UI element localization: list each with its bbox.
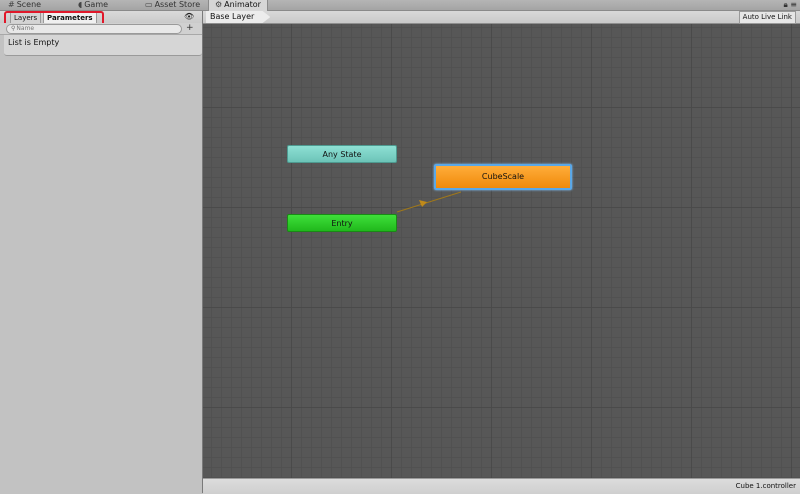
search-input[interactable]: ⚲Name — [6, 24, 182, 34]
search-icon: ⚲ — [11, 25, 16, 32]
tab-scene-label: Scene — [16, 0, 42, 9]
lock-icon[interactable]: 🔒︎ — [783, 0, 787, 9]
grid-icon: # — [8, 0, 15, 9]
tab-asset-store-label: Asset Store — [154, 0, 201, 9]
animator-icon: ⚙ — [215, 0, 223, 9]
animator-graph[interactable]: Any State CubeScale Entry — [203, 11, 800, 478]
parameter-list: List is Empty — [4, 35, 202, 56]
transition-arrow[interactable] — [203, 11, 800, 478]
store-icon: ▭ — [145, 0, 153, 9]
window-controls[interactable]: 🔒︎ ≡ — [783, 0, 797, 10]
tab-game[interactable]: ◖ Game — [78, 0, 108, 10]
tab-animator[interactable]: ⚙ Animator — [208, 0, 268, 11]
tab-game-label: Game — [84, 0, 109, 9]
tab-animator-label: Animator — [224, 0, 261, 9]
tab-scene[interactable]: # Scene — [8, 0, 41, 10]
state-entry[interactable]: Entry — [287, 214, 397, 232]
breadcrumb[interactable]: Base Layer — [206, 11, 271, 23]
auto-live-link-button[interactable]: Auto Live Link — [738, 11, 796, 24]
parameters-panel: Layers Parameters 👁︎ ⚲Name + List is Emp… — [0, 11, 203, 493]
tab-asset-store[interactable]: ▭ Asset Store — [145, 0, 200, 10]
list-empty-text: List is Empty — [8, 38, 60, 47]
add-parameter-button[interactable]: + — [186, 23, 194, 34]
graph-toolbar: Base Layer Auto Live Link — [203, 11, 800, 24]
search-row: ⚲Name + — [0, 23, 202, 35]
state-any-state[interactable]: Any State — [287, 145, 397, 163]
eye-icon[interactable]: 👁︎ — [184, 12, 194, 21]
search-placeholder: Name — [16, 25, 35, 32]
controller-filename: Cube 1.controller — [735, 482, 796, 490]
state-cubescale[interactable]: CubeScale — [434, 164, 572, 190]
status-bar: Cube 1.controller — [203, 478, 800, 494]
pacman-icon: ◖ — [78, 0, 83, 9]
editor-tab-bar: # Scene ◖ Game ▭ Asset Store ⚙ Animator 🔒︎ ≡ — [0, 0, 800, 11]
menu-icon[interactable]: ≡ — [790, 0, 797, 9]
